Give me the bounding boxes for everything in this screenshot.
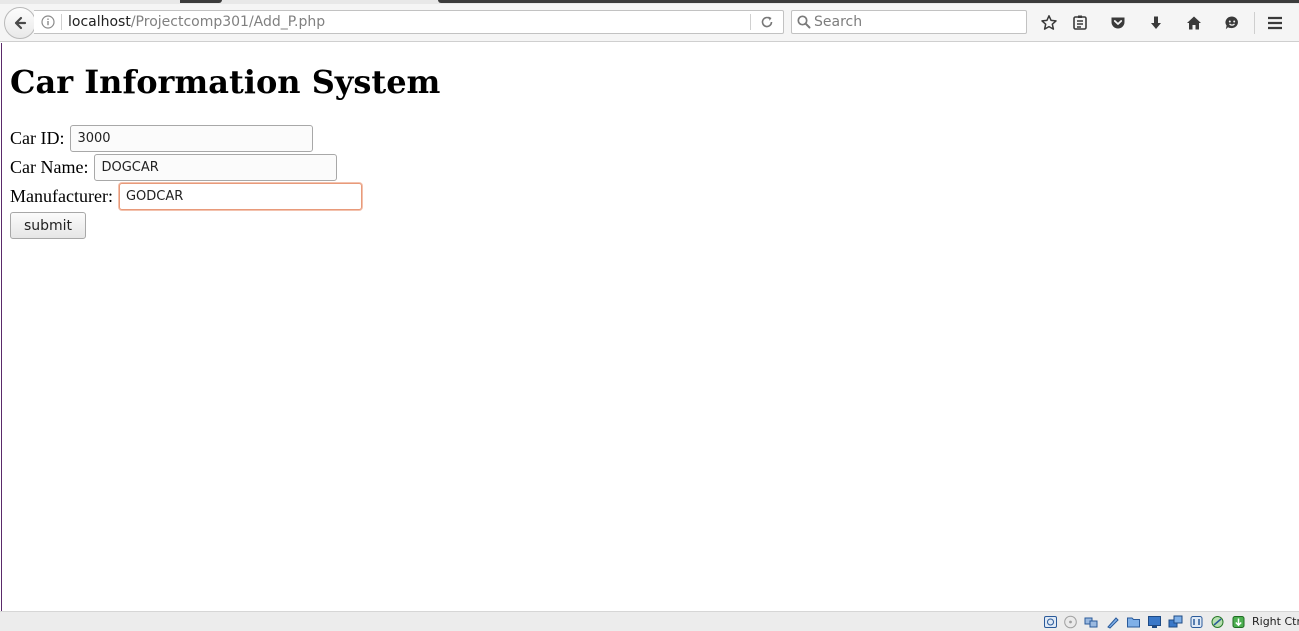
tab-edge <box>180 0 222 3</box>
usb-pen-icon[interactable] <box>1105 615 1120 629</box>
url-path: /Projectcomp301/Add_P.php <box>130 14 326 30</box>
chat-smiley-icon[interactable] <box>1221 12 1243 34</box>
manufacturer-row: Manufacturer: <box>10 183 362 210</box>
car-name-input[interactable] <box>94 154 338 181</box>
site-info-icon[interactable] <box>40 14 56 30</box>
display-icon[interactable] <box>1147 615 1162 629</box>
download-icon[interactable] <box>1145 12 1167 34</box>
manufacturer-label: Manufacturer: <box>10 186 113 206</box>
car-id-input[interactable] <box>70 125 314 152</box>
search-icon <box>797 15 811 29</box>
mouse-integration-icon[interactable] <box>1231 615 1246 629</box>
search-input[interactable] <box>814 13 1019 31</box>
url-text[interactable]: localhost/Projectcomp301/Add_P.php <box>68 14 325 30</box>
shared-folder-icon[interactable] <box>1126 615 1141 629</box>
vm-status-bar: Right Ctrl <box>0 611 1299 631</box>
manufacturer-input[interactable] <box>118 183 362 210</box>
cpu-virtualization-icon[interactable] <box>1210 615 1225 629</box>
submit-button[interactable]: submit <box>10 212 86 239</box>
car-id-row: Car ID: <box>10 125 314 152</box>
page-title: Car Information System <box>10 63 441 101</box>
car-name-row: Car Name: <box>10 154 338 181</box>
url-host: localhost <box>68 14 131 30</box>
optical-drive-icon[interactable] <box>1063 615 1078 629</box>
navigation-toolbar: localhost/Projectcomp301/Add_P.php <box>0 4 1299 42</box>
car-id-label: Car ID: <box>10 128 65 148</box>
back-arrow-icon <box>14 16 27 30</box>
host-key-label: Right Ctrl <box>1252 615 1299 628</box>
hard-disk-icon[interactable] <box>1043 615 1058 629</box>
tab-edge <box>438 0 1299 3</box>
url-bar[interactable]: localhost/Projectcomp301/Add_P.php <box>34 10 784 34</box>
audio-icon[interactable] <box>1084 615 1099 629</box>
reload-icon[interactable] <box>758 14 776 30</box>
url-divider <box>750 14 751 30</box>
pocket-icon[interactable] <box>1107 12 1129 34</box>
hamburger-menu-icon[interactable] <box>1264 12 1286 34</box>
toolbar-divider <box>1254 12 1255 34</box>
back-button[interactable] <box>4 7 36 39</box>
network-icon[interactable] <box>1168 615 1183 629</box>
page-content: Car Information System Car ID: Car Name:… <box>1 43 1297 611</box>
reading-list-icon[interactable] <box>1069 12 1091 34</box>
recording-icon[interactable] <box>1189 615 1204 629</box>
home-icon[interactable] <box>1183 12 1205 34</box>
search-bar[interactable] <box>791 10 1027 34</box>
car-name-label: Car Name: <box>10 157 89 177</box>
url-divider <box>61 14 62 30</box>
bookmark-star-icon[interactable] <box>1038 12 1060 34</box>
